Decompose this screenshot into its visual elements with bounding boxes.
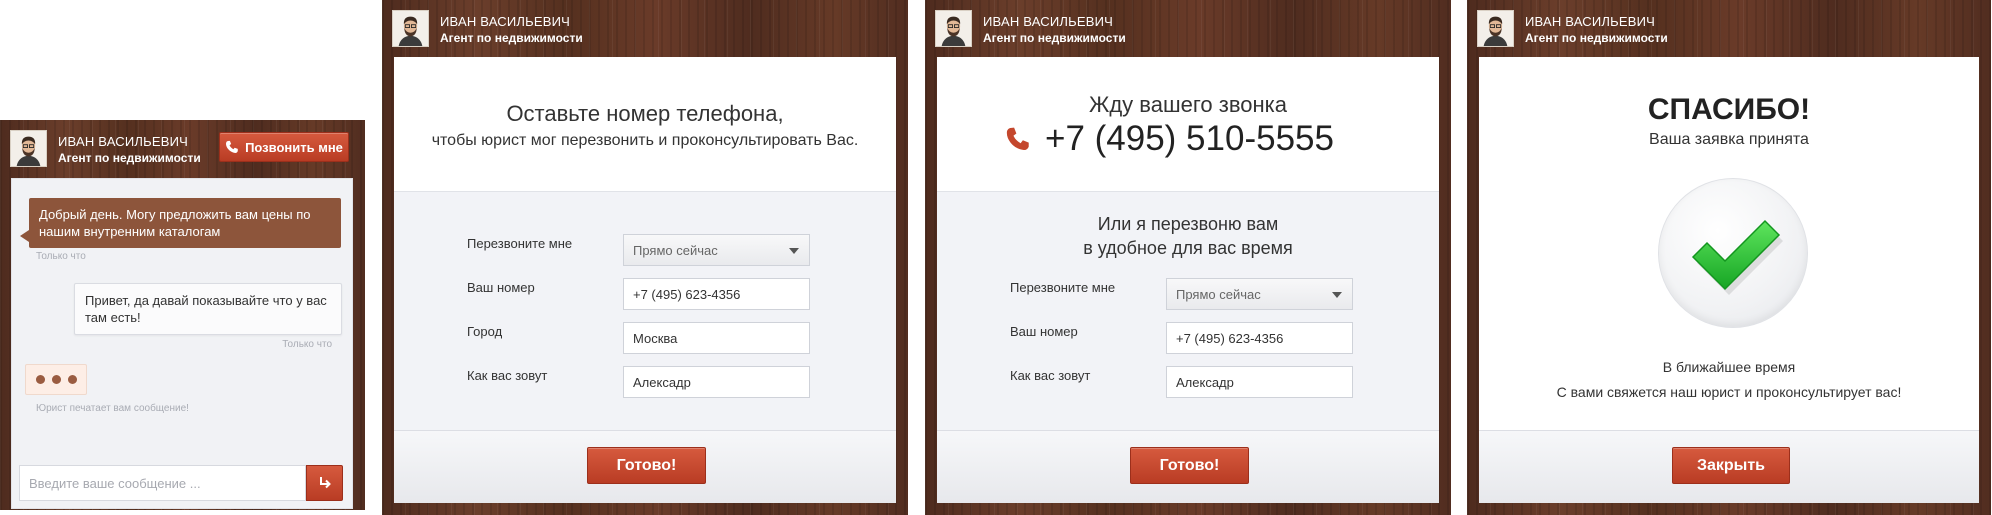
thanks-card: СПАСИБО! Ваша заявка принята В ближайшее… xyxy=(1479,57,1979,503)
agent-name: ИВАН ВАСИЛЬЕВИЧ xyxy=(58,134,189,149)
agent-message: Добрый день. Могу предложить вам цены по… xyxy=(20,198,341,248)
form-footer: Готово! xyxy=(937,430,1439,503)
name-label: Как вас зовут xyxy=(467,368,548,383)
callback-form-panel: ИВАН ВАСИЛЬЕВИЧ Агент по недвижимости Ос… xyxy=(382,0,908,515)
agent-role: Агент по недвижимости xyxy=(983,31,1126,45)
panel-header: ИВАН ВАСИЛЬЕВИЧ Агент по недвижимости xyxy=(1467,0,1991,58)
call-me-button[interactable]: Позвонить мне xyxy=(219,132,349,162)
agent-avatar xyxy=(392,10,429,47)
typing-dot xyxy=(35,375,45,384)
agent-role: Агент по недвижимости xyxy=(440,31,583,45)
send-button[interactable] xyxy=(306,465,343,501)
phone-label: Ваш номер xyxy=(1010,324,1078,339)
phone-label: Ваш номер xyxy=(467,280,535,295)
callback-time-select[interactable]: Прямо сейчас xyxy=(623,234,810,266)
agent-message-time: Только что xyxy=(36,251,86,262)
send-arrow-icon xyxy=(319,477,331,489)
dropdown-caret-icon xyxy=(789,248,799,254)
user-message-time: Только что xyxy=(282,339,332,350)
phone-form-panel: ИВАН ВАСИЛЬЕВИЧ Агент по недвижимости Жд… xyxy=(925,0,1451,515)
panel-header: ИВАН ВАСИЛЬЕВИЧ Агент по недвижимости xyxy=(382,0,908,58)
form-heading: Оставьте номер телефона, чтобы юрист мог… xyxy=(394,57,896,192)
thanks-subtitle: Ваша заявка принята xyxy=(1649,131,1809,148)
agent-role: Агент по недвижимости xyxy=(58,151,201,165)
chat-widget: ИВАН ВАСИЛЬЕВИЧ Агент по недвижимости По… xyxy=(0,120,365,510)
avatar-icon xyxy=(393,11,428,46)
agent-name: ИВАН ВАСИЛЬЕВИЧ xyxy=(440,14,571,29)
typing-indicator xyxy=(25,364,87,395)
agent-avatar xyxy=(10,130,47,167)
submit-button[interactable]: Готово! xyxy=(1130,447,1249,484)
dropdown-caret-icon xyxy=(1332,292,1342,298)
phone-number-block: +7 (495) 510-5555 xyxy=(1005,119,1334,159)
agent-phone-number[interactable]: +7 (495) 510-5555 xyxy=(1045,119,1334,159)
agent-avatar xyxy=(935,10,972,47)
checkmark-icon xyxy=(1691,219,1783,295)
name-label: Как вас зовут xyxy=(1010,368,1091,383)
thanks-line-2: С вами свяжется наш юрист и проконсульти… xyxy=(1556,384,1902,400)
form-fields: Или я перезвоню вам в удобное для вас вр… xyxy=(937,192,1439,435)
form-card: Оставьте номер телефона, чтобы юрист мог… xyxy=(394,57,896,503)
chat-header: ИВАН ВАСИЛЬЕВИЧ Агент по недвижимости По… xyxy=(0,120,365,178)
phone-icon xyxy=(226,140,238,153)
avatar-icon xyxy=(11,131,46,166)
thanks-footer: Закрыть xyxy=(1479,430,1979,503)
agent-name: ИВАН ВАСИЛЬЕВИЧ xyxy=(1525,14,1656,29)
form-title: Оставьте номер телефона, xyxy=(506,101,784,126)
callback-time-label: Перезвоните мне xyxy=(1010,280,1116,295)
thanks-panel: ИВАН ВАСИЛЬЕВИЧ Агент по недвижимости СП… xyxy=(1467,0,1991,515)
form-subtitle: чтобы юрист мог перезвонить и проконсуль… xyxy=(431,132,859,149)
submit-button[interactable]: Готово! xyxy=(587,447,706,484)
phone-field[interactable]: +7 (495) 623-4356 xyxy=(623,278,810,310)
thanks-title: СПАСИБО! xyxy=(1647,93,1811,126)
phone-field[interactable]: +7 (495) 623-4356 xyxy=(1166,322,1353,354)
typing-dot xyxy=(51,375,61,384)
thanks-line-1: В ближайшее время xyxy=(1662,359,1796,375)
agent-role: Агент по недвижимости xyxy=(1525,31,1668,45)
agent-avatar xyxy=(1477,10,1514,47)
callback-time-value: Прямо сейчас xyxy=(1176,286,1261,302)
callback-time-select[interactable]: Прямо сейчас xyxy=(1166,278,1353,310)
close-button[interactable]: Закрыть xyxy=(1672,447,1790,484)
form-heading: Жду вашего звонка +7 (495) 510-5555 xyxy=(937,57,1439,192)
success-badge xyxy=(1658,178,1808,328)
user-message: Привет, да давай показывайте что у вас т… xyxy=(74,283,342,335)
phone-icon xyxy=(1006,127,1029,151)
name-field[interactable]: Алексадр xyxy=(1166,366,1353,398)
call-me-label: Позвонить мне xyxy=(245,139,343,155)
callback-time-value: Прямо сейчас xyxy=(633,242,718,258)
alt-line-1: Или я перезвоню вам xyxy=(1097,214,1279,234)
typing-dot xyxy=(67,375,77,384)
city-field[interactable]: Москва xyxy=(623,322,810,354)
message-input[interactable] xyxy=(19,465,306,501)
form-fields: Перезвоните мне Прямо сейчас Ваш номер +… xyxy=(394,192,896,435)
form-footer: Готово! xyxy=(394,430,896,503)
form-title: Жду вашего звонка xyxy=(1089,92,1287,117)
avatar-icon xyxy=(936,11,971,46)
city-label: Город xyxy=(467,324,503,339)
avatar-icon xyxy=(1478,11,1513,46)
panel-header: ИВАН ВАСИЛЬЕВИЧ Агент по недвижимости xyxy=(925,0,1451,58)
typing-status: Юрист печатает вам сообщение! xyxy=(36,403,189,414)
alt-line-2: в удобное для вас время xyxy=(1083,238,1293,258)
agent-name: ИВАН ВАСИЛЬЕВИЧ xyxy=(983,14,1114,29)
form-card: Жду вашего звонка +7 (495) 510-5555 Или … xyxy=(937,57,1439,503)
chat-messages: Добрый день. Могу предложить вам цены по… xyxy=(11,178,353,509)
name-field[interactable]: Алексадр xyxy=(623,366,810,398)
callback-time-label: Перезвоните мне xyxy=(467,236,573,251)
